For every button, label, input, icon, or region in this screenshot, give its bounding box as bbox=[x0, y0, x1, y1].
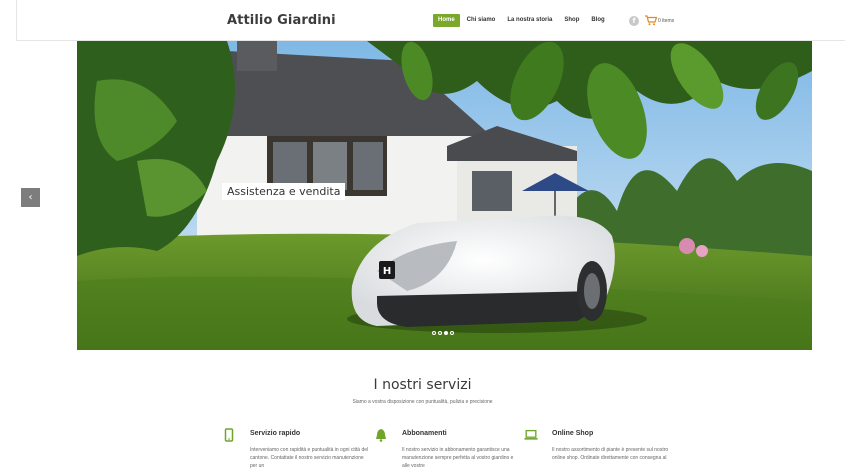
facebook-icon[interactable]: f bbox=[629, 16, 639, 26]
service-title: Abbonamenti bbox=[402, 430, 447, 437]
hero-slider: H bbox=[77, 41, 812, 350]
slider-dot[interactable] bbox=[450, 331, 454, 335]
services-title: I nostri servizi bbox=[373, 377, 472, 393]
service-description: Il nostro assortimento di piante è prese… bbox=[552, 447, 669, 461]
slide-caption: Assistenza e vendita bbox=[222, 183, 346, 200]
service-title: Servizio rapido bbox=[250, 430, 301, 437]
service-description: Interveniamo con rapidità e puntualità i… bbox=[250, 447, 369, 469]
mobile-phone-icon bbox=[224, 428, 234, 442]
hero-image: H bbox=[77, 41, 812, 350]
service-description: Il nostro servizio in abbonamento garant… bbox=[402, 447, 514, 469]
shopping-cart-icon[interactable] bbox=[645, 15, 657, 26]
nav-shop[interactable]: Shop bbox=[559, 14, 584, 27]
bell-icon bbox=[376, 429, 386, 442]
slider-dot[interactable] bbox=[432, 331, 436, 335]
main-nav: Home Chi siamo La nostra storia Shop Blo… bbox=[433, 14, 610, 27]
cart-count[interactable]: 0 items bbox=[658, 18, 674, 24]
laptop-icon bbox=[524, 429, 538, 440]
svg-text:H: H bbox=[383, 266, 391, 277]
nav-chi-siamo[interactable]: Chi siamo bbox=[462, 14, 501, 27]
slider-pagination bbox=[432, 331, 454, 335]
nav-nostra-storia[interactable]: La nostra storia bbox=[502, 14, 557, 27]
services-subtitle: Siamo a vostra disposizione con puntuali… bbox=[352, 399, 493, 405]
site-header: Attilio Giardini Home Chi siamo La nostr… bbox=[16, 0, 845, 41]
service-title: Online Shop bbox=[552, 430, 594, 437]
nav-home[interactable]: Home bbox=[433, 14, 460, 27]
slider-dot[interactable] bbox=[438, 331, 442, 335]
nav-blog[interactable]: Blog bbox=[586, 14, 609, 27]
slider-prev-button[interactable]: ‹ bbox=[21, 188, 40, 207]
slider-dot-active[interactable] bbox=[444, 331, 448, 335]
site-logo[interactable]: Attilio Giardini bbox=[227, 13, 336, 28]
